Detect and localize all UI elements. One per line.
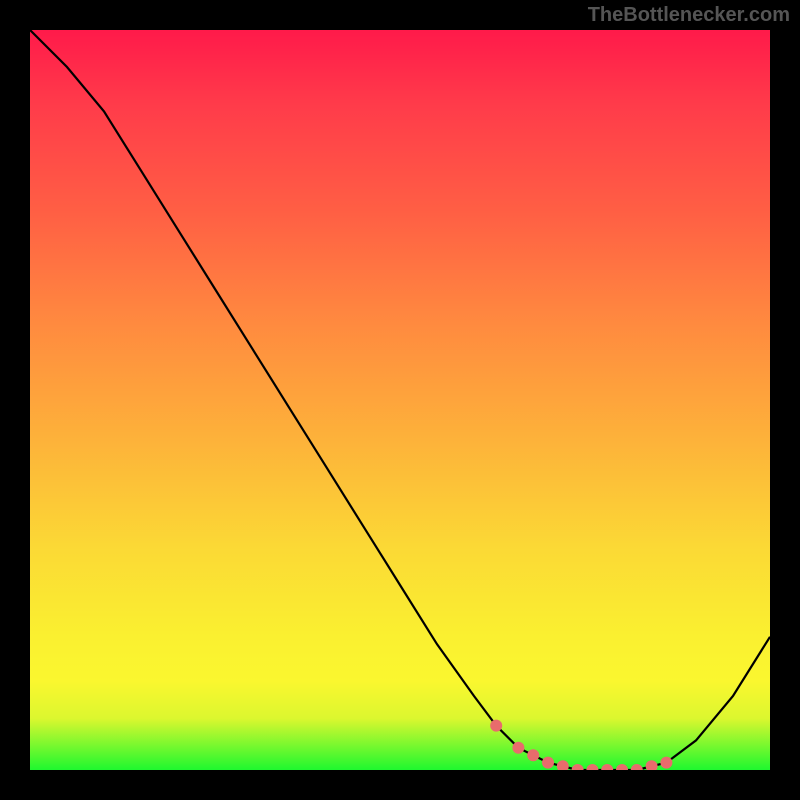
highlight-dot [512,742,524,754]
chart-main-curve [30,30,770,770]
highlight-dot [660,757,672,769]
highlight-dot [646,760,658,770]
highlight-dot [542,757,554,769]
highlight-dot [586,764,598,770]
highlight-dot [631,764,643,770]
highlight-dot [557,760,569,770]
highlight-dot [527,749,539,761]
highlight-dot [490,720,502,732]
chart-plot-area [30,30,770,770]
highlight-dot [601,764,613,770]
highlight-dot [572,764,584,770]
watermark-text: TheBottlenecker.com [588,4,790,27]
highlight-dot [616,764,628,770]
chart-svg [30,30,770,770]
chart-highlight-dots [490,720,672,770]
